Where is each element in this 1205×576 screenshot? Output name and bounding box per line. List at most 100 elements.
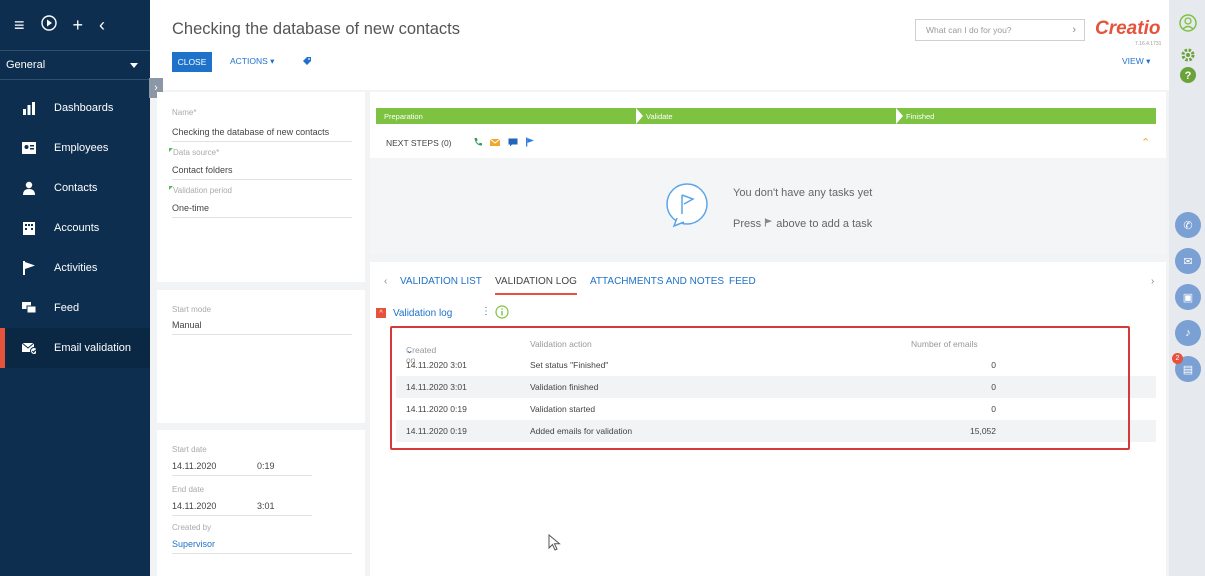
- gear-icon[interactable]: [1179, 46, 1197, 64]
- validation-period-label: Validation period: [169, 186, 232, 195]
- chevron-down-icon: [130, 62, 138, 68]
- end-date-field[interactable]: 14.11.2020: [172, 501, 216, 511]
- stage-finished[interactable]: Finished: [898, 108, 1156, 124]
- more-options-icon[interactable]: ⋮: [481, 306, 491, 317]
- empty-tasks-hint-end: above to add a task: [776, 218, 873, 230]
- log-title[interactable]: Validation log: [393, 308, 452, 319]
- sidebar-item-activities[interactable]: Activities: [0, 248, 150, 288]
- divider: [172, 334, 352, 335]
- empty-tasks-hint-start: Press: [733, 218, 762, 230]
- email-icon[interactable]: [490, 137, 500, 147]
- menu-icon[interactable]: ≡: [14, 15, 25, 36]
- collapse-log-icon[interactable]: ^: [376, 308, 386, 318]
- sidebar-item-label: Email validation: [54, 342, 132, 354]
- sidebar-item-contacts[interactable]: Contacts: [0, 168, 150, 208]
- mouse-cursor-icon: [548, 534, 561, 551]
- validation-period-field[interactable]: One-time: [172, 203, 209, 213]
- creatio-logo: Creatio: [1095, 18, 1161, 39]
- play-icon[interactable]: [40, 14, 57, 36]
- tab-validation-list[interactable]: VALIDATION LIST: [400, 276, 482, 287]
- chevron-right-icon[interactable]: ›: [1072, 24, 1076, 36]
- chevron-left-icon[interactable]: ‹: [384, 276, 387, 287]
- stage-preparation[interactable]: Preparation: [376, 108, 638, 124]
- sidebar-item-label: Activities: [54, 262, 98, 274]
- actions-label: ACTIONS: [230, 56, 268, 66]
- stage-label: Preparation: [384, 111, 423, 121]
- flag-icon: [22, 261, 36, 275]
- sidebar-item-dashboards[interactable]: Dashboards: [0, 88, 150, 128]
- sidebar-item-label: Contacts: [54, 182, 98, 194]
- search-placeholder: What can I do for you?: [926, 25, 1012, 35]
- bell-icon[interactable]: ♪: [1175, 320, 1201, 346]
- stage-separator: [636, 108, 643, 124]
- chevron-right-icon[interactable]: ›: [1151, 276, 1154, 287]
- start-mode-label: Start mode: [172, 305, 212, 314]
- page-title: Checking the database of new contacts: [172, 20, 461, 38]
- start-mode-field[interactable]: Manual: [172, 320, 202, 330]
- phone-icon[interactable]: ✆: [1175, 212, 1201, 238]
- search-input[interactable]: What can I do for you? ›: [915, 19, 1085, 41]
- version-label: 7.16.4.1731: [1135, 41, 1162, 47]
- building-icon: [22, 221, 36, 235]
- sidebar-item-email-validation[interactable]: Email validation: [0, 328, 150, 368]
- start-time-field[interactable]: 0:19: [257, 461, 275, 471]
- info-icon[interactable]: [495, 305, 509, 319]
- sidebar-top-icons: ≡ + ‹: [0, 0, 150, 50]
- data-source-field[interactable]: Contact folders: [172, 165, 233, 175]
- sidebar: ≡ + ‹ General Dashboards Employees Conta…: [0, 0, 150, 576]
- stage-separator: [896, 108, 903, 124]
- end-time-field[interactable]: 3:01: [257, 501, 275, 511]
- svg-text:?: ?: [1185, 70, 1192, 82]
- end-date-label: End date: [172, 485, 205, 494]
- chevron-down-icon: ▾: [270, 56, 275, 66]
- divider: [172, 515, 312, 516]
- created-by-link[interactable]: Supervisor: [172, 539, 215, 549]
- dates-card: Start date 14.11.2020 0:19 End date 14.1…: [157, 430, 365, 576]
- stage-validate[interactable]: Validate: [638, 108, 898, 124]
- help-icon[interactable]: ?: [1179, 66, 1197, 84]
- highlight-frame: [390, 326, 1130, 450]
- chevron-up-icon[interactable]: ⌃: [1141, 136, 1150, 149]
- flag-bubble-icon: [666, 183, 708, 228]
- flag-icon: [765, 218, 773, 227]
- name-field[interactable]: Checking the database of new contacts: [172, 127, 329, 137]
- employee-card-icon: [22, 141, 36, 155]
- tab-feed[interactable]: FEED: [729, 276, 756, 287]
- workplace-selector[interactable]: General: [0, 50, 150, 80]
- tab-attachments-notes[interactable]: ATTACHMENTS AND NOTES: [590, 276, 724, 287]
- profile-icon[interactable]: [1179, 14, 1197, 32]
- chat-icon[interactable]: ▣: [1175, 284, 1201, 310]
- email-icon[interactable]: ✉: [1175, 248, 1201, 274]
- close-button[interactable]: CLOSE: [172, 52, 212, 72]
- stage-label: Finished: [906, 111, 935, 121]
- bar-chart-icon: [22, 101, 36, 115]
- communication-panel: ? ✆ ✉ ▣ ♪ ▤ 2: [1169, 0, 1205, 576]
- next-steps-label: NEXT STEPS (0): [386, 138, 452, 148]
- sidebar-item-label: Employees: [54, 142, 109, 154]
- divider: [172, 179, 352, 180]
- tasks-icon[interactable]: ▤ 2: [1172, 353, 1201, 382]
- empty-tasks-hint: Press above to add a task: [733, 218, 872, 230]
- collapse-icon[interactable]: ‹: [99, 15, 105, 36]
- chat-icon: [22, 301, 36, 315]
- sidebar-item-feed[interactable]: Feed: [0, 288, 150, 328]
- empty-tasks-area: [370, 158, 1166, 254]
- add-icon[interactable]: +: [73, 15, 84, 36]
- divider: [172, 553, 352, 554]
- start-date-field[interactable]: 14.11.2020: [172, 461, 216, 471]
- phone-icon[interactable]: [473, 137, 483, 147]
- page-header: Checking the database of new contacts CL…: [150, 0, 1169, 90]
- sidebar-item-employees[interactable]: Employees: [0, 128, 150, 168]
- sidebar-item-accounts[interactable]: Accounts: [0, 208, 150, 248]
- tab-validation-log[interactable]: VALIDATION LOG: [495, 276, 577, 295]
- divider: [172, 217, 352, 218]
- actions-button[interactable]: ACTIONS ▾: [230, 56, 274, 67]
- tag-icon[interactable]: [302, 56, 312, 66]
- data-source-label: Data source*: [169, 148, 219, 157]
- sidebar-item-label: Dashboards: [54, 102, 114, 114]
- chat-icon[interactable]: [508, 137, 518, 147]
- flag-icon[interactable]: [525, 137, 535, 147]
- view-label: VIEW: [1122, 56, 1144, 66]
- view-button[interactable]: VIEW ▾: [1122, 56, 1150, 67]
- stage-label: Validate: [646, 111, 673, 121]
